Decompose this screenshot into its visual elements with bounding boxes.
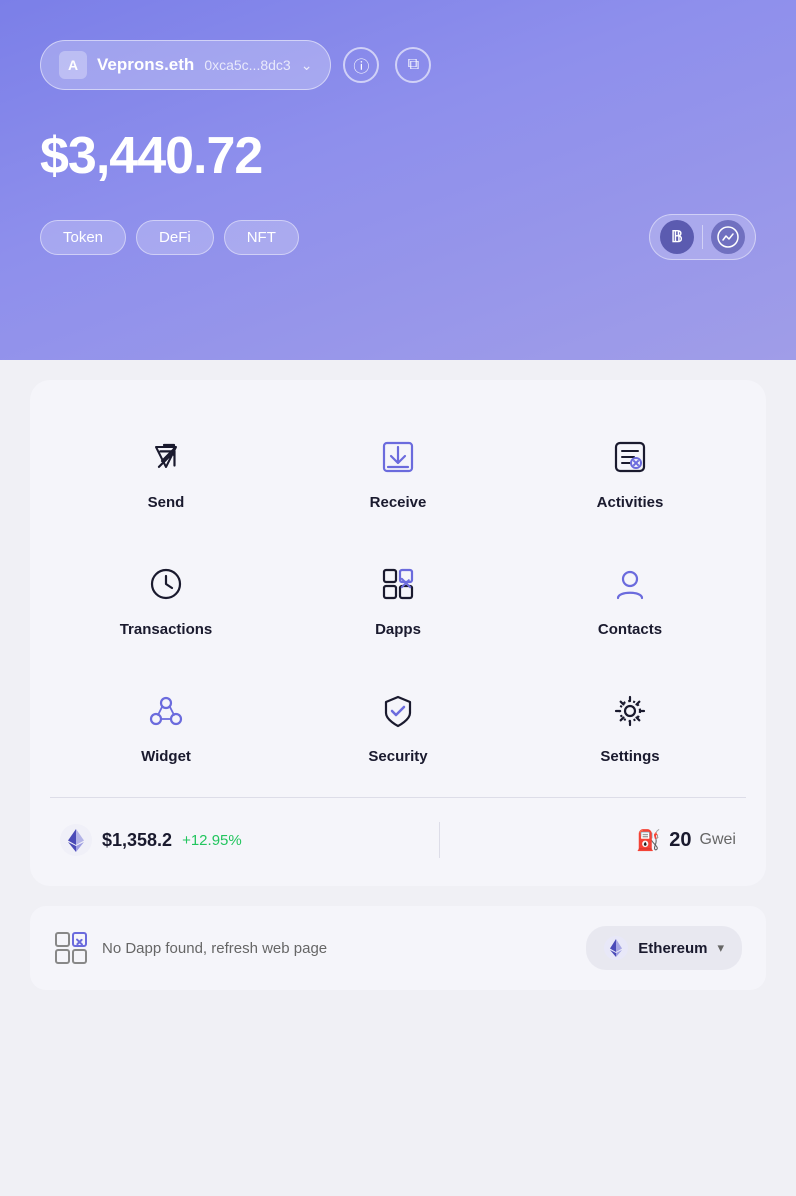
menu-item-contacts[interactable]: Contacts	[514, 537, 746, 654]
security-label: Security	[368, 748, 427, 765]
activities-label: Activities	[597, 494, 664, 511]
eth-bar: $1,358.2 +12.95% ⛽ 20 Gwei	[50, 814, 746, 866]
contacts-label: Contacts	[598, 621, 662, 638]
menu-item-transactions[interactable]: Transactions	[50, 537, 282, 654]
tab-nft[interactable]: NFT	[224, 220, 299, 255]
header-action-icons: ⓘ ⧉	[343, 47, 431, 83]
eth-left: $1,358.2 +12.95%	[60, 824, 242, 856]
tab-defi[interactable]: DeFi	[136, 220, 214, 255]
address-pill[interactable]: A Veprons.eth 0xca5c...8dc3 ⌄	[40, 40, 331, 90]
network-name: Ethereum	[638, 940, 707, 957]
menu-item-security[interactable]: Security	[282, 664, 514, 781]
bottom-bar: No Dapp found, refresh web page Ethereum…	[30, 906, 766, 990]
widget-label: Widget	[141, 748, 191, 765]
partner-icons: 𝔹	[649, 214, 756, 260]
settings-label: Settings	[600, 748, 659, 765]
chevron-down-icon: ⌄	[301, 57, 313, 74]
dapps-small-icon	[54, 931, 88, 965]
network-selector[interactable]: Ethereum ▾	[586, 926, 742, 970]
send-label: Send	[148, 494, 185, 511]
activities-icon	[603, 430, 657, 484]
copy-icon: ⧉	[408, 56, 419, 74]
menu-item-receive[interactable]: Receive	[282, 410, 514, 527]
partner-divider	[702, 225, 703, 249]
menu-item-dapps[interactable]: Dapps	[282, 537, 514, 654]
dapp-status-text: No Dapp found, refresh web page	[102, 940, 327, 957]
partner-chart-icon[interactable]	[711, 220, 745, 254]
card-divider	[50, 797, 746, 798]
eth-vertical-divider	[439, 822, 440, 858]
gas-pump-icon: ⛽	[636, 828, 661, 853]
tab-group: Token DeFi NFT	[40, 220, 299, 255]
widget-icon	[139, 684, 193, 738]
menu-item-settings[interactable]: Settings	[514, 664, 746, 781]
menu-grid: Send Receive	[50, 410, 746, 781]
transactions-icon	[139, 557, 193, 611]
wallet-name: Veprons.eth	[97, 55, 194, 75]
header: A Veprons.eth 0xca5c...8dc3 ⌄ ⓘ ⧉ $3,440…	[0, 0, 796, 360]
settings-icon	[603, 684, 657, 738]
eth-network-icon	[604, 936, 628, 960]
menu-item-send[interactable]: Send	[50, 410, 282, 527]
tabs-row: Token DeFi NFT 𝔹	[40, 214, 756, 260]
receive-label: Receive	[370, 494, 427, 511]
copy-button[interactable]: ⧉	[395, 47, 431, 83]
info-icon: ⓘ	[353, 53, 369, 77]
eth-price: $1,358.2	[102, 830, 172, 851]
menu-item-activities[interactable]: Activities	[514, 410, 746, 527]
balance-amount: $3,440.72	[40, 126, 756, 186]
dapps-label: Dapps	[375, 621, 421, 638]
partner-b-icon[interactable]: 𝔹	[660, 220, 694, 254]
transactions-label: Transactions	[120, 621, 213, 638]
security-icon	[371, 684, 425, 738]
gwei-label: Gwei	[700, 831, 736, 849]
dapps-icon	[371, 557, 425, 611]
address-bar: A Veprons.eth 0xca5c...8dc3 ⌄ ⓘ ⧉	[40, 40, 756, 90]
main-card: Send Receive	[30, 380, 766, 886]
dapp-status-area: No Dapp found, refresh web page	[54, 931, 327, 965]
avatar-icon: A	[59, 51, 87, 79]
eth-logo	[60, 824, 92, 856]
eth-right: ⛽ 20 Gwei	[636, 828, 736, 853]
send-icon	[139, 430, 193, 484]
contacts-icon	[603, 557, 657, 611]
gwei-amount: 20	[669, 829, 691, 852]
receive-icon	[371, 430, 425, 484]
chevron-down-icon: ▾	[717, 940, 724, 956]
tab-token[interactable]: Token	[40, 220, 126, 255]
wallet-address: 0xca5c...8dc3	[204, 57, 290, 73]
info-button[interactable]: ⓘ	[343, 47, 379, 83]
menu-item-widget[interactable]: Widget	[50, 664, 282, 781]
eth-change: +12.95%	[182, 832, 242, 849]
